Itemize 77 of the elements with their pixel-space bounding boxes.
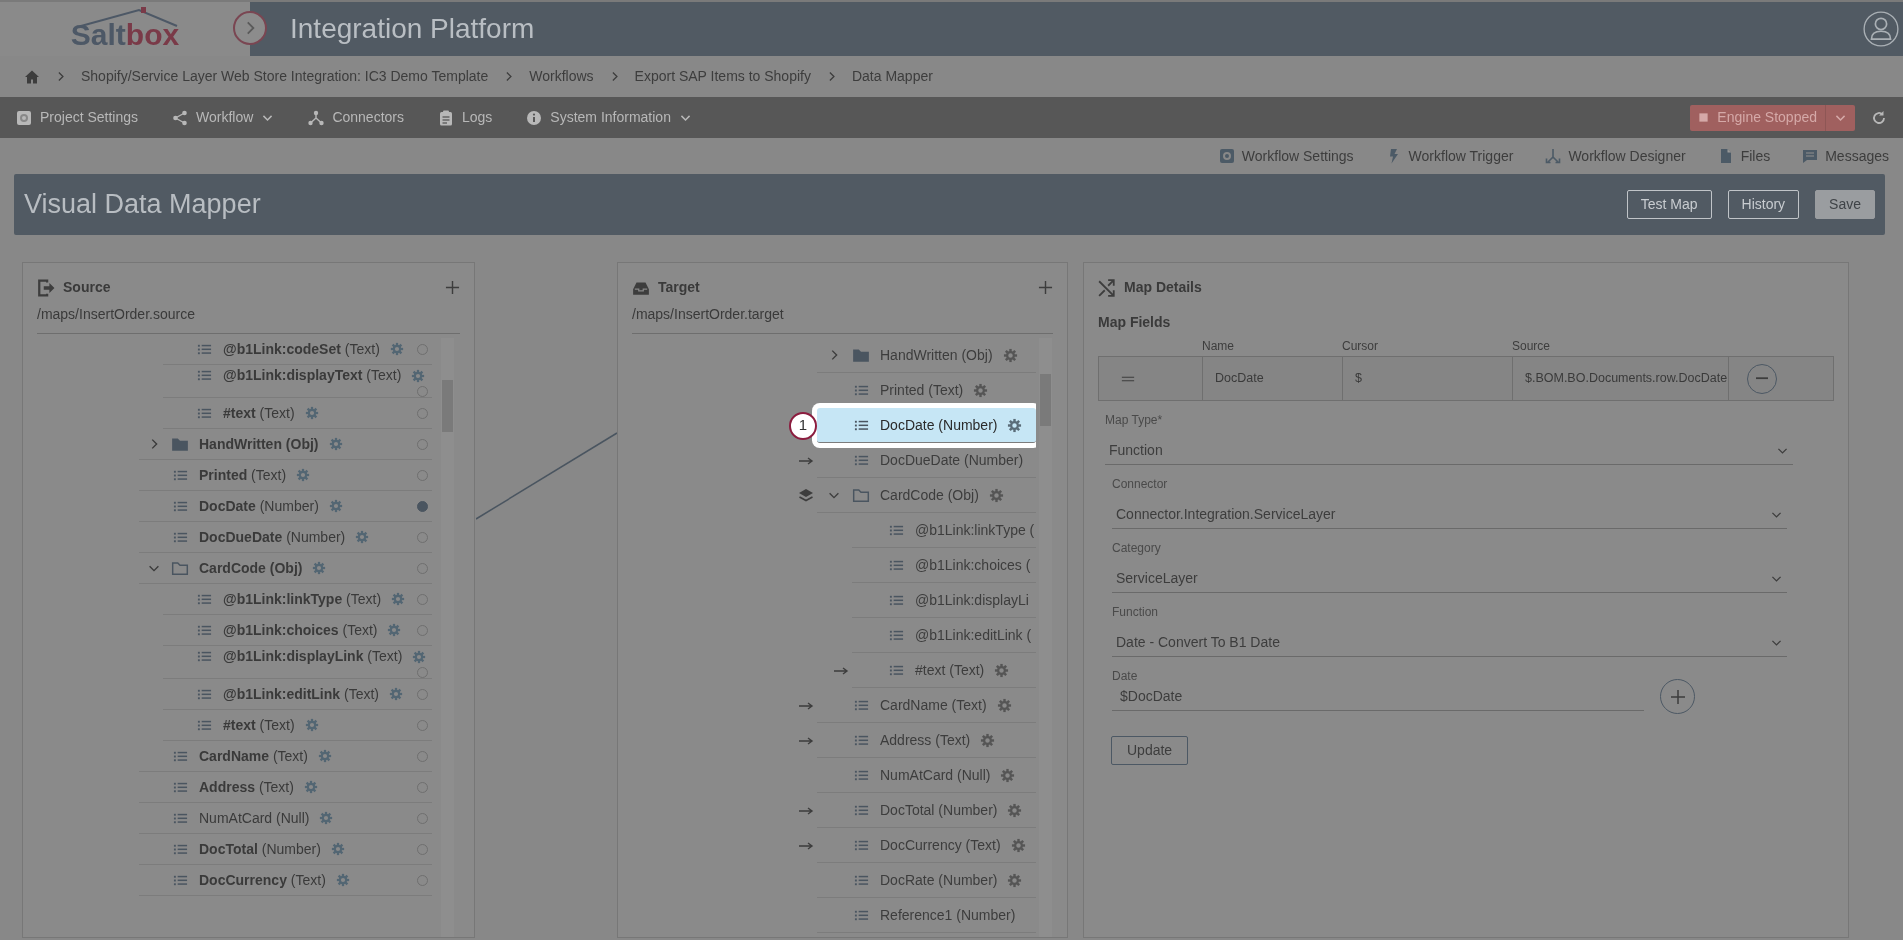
nav-item[interactable]: Connectors (308, 107, 404, 128)
tree-item[interactable]: HandWritten (Obj) (139, 429, 432, 460)
tree-item[interactable]: @b1Link:codeSet (Text) (163, 334, 432, 365)
toolbar-link[interactable]: Messages (1802, 145, 1889, 167)
tree-item[interactable]: DocCurrency (Text) (817, 828, 1036, 863)
tree-item[interactable]: @b1Link:editLink ( (852, 618, 1036, 653)
field-label: Category (1112, 540, 1162, 557)
tree-item[interactable]: @b1Link:displayText (Text) (163, 365, 432, 398)
nav-item[interactable]: Logs (437, 107, 493, 128)
toolbar-link[interactable]: Workflow Trigger (1385, 145, 1514, 167)
column-header: Cursor (1342, 339, 1378, 353)
tree-item[interactable]: @b1Link:displayLi (852, 583, 1036, 618)
tree-item[interactable]: DocDueDate (Number) (139, 522, 432, 553)
panel-path: /maps/InsertOrder.source (37, 305, 196, 324)
toolbar-link[interactable]: Workflow Settings (1218, 145, 1354, 167)
tree-item[interactable]: DocCurrency (Text) (139, 865, 432, 896)
logo: Saltbox (70, 3, 180, 51)
tree-item[interactable]: Printed (Text) (139, 460, 432, 491)
step-badge: 1 (789, 411, 817, 440)
tree-item[interactable]: HandWritten (Obj) (817, 338, 1036, 373)
field-label: Connector (1112, 476, 1169, 493)
tree-item[interactable]: DocRate (Number) (817, 863, 1036, 898)
field-label: Map Type* (1105, 412, 1164, 429)
table-cell-text: DocDate (1215, 370, 1264, 388)
nav-item[interactable]: System Information (526, 107, 692, 128)
tree-item[interactable]: @b1Link:displayLink (Text) (163, 646, 432, 679)
tree-item[interactable]: CardName (Text) (817, 688, 1036, 723)
tree-item[interactable]: Address (Text) (817, 723, 1036, 758)
nav-item[interactable]: Workflow (172, 107, 275, 128)
title-button[interactable]: History (1727, 190, 1800, 219)
tree-item[interactable]: @b1Link:linkType (Text) (163, 584, 432, 615)
app-title: Integration Platform (289, 12, 535, 46)
tree-item[interactable]: CardName (Text) (139, 741, 432, 772)
tree-item[interactable]: DocDate (Number) (139, 491, 432, 522)
nav-item[interactable]: Project Settings (16, 107, 139, 128)
page-title: Visual Data Mapper (24, 188, 261, 222)
update-button[interactable]: Update (1111, 736, 1189, 765)
table-cell-text: $.BOM.BO.Documents.row.DocDate (1525, 370, 1728, 388)
tree-item[interactable]: CardCode (Obj) (139, 553, 432, 584)
engine-status-button[interactable]: Engine Stopped (1690, 104, 1855, 131)
tree-item[interactable]: #text (Text) (852, 653, 1036, 688)
tree-item[interactable]: CardCode (Obj) (817, 478, 1036, 513)
field-label: Date (1112, 668, 1139, 685)
tree-item[interactable]: DocDueDate (Number) (817, 443, 1036, 478)
tree-item[interactable]: Address (Text) (139, 772, 432, 803)
title-button[interactable]: Test Map (1626, 190, 1712, 219)
table-cell-text: $ (1355, 370, 1362, 388)
panel-title: Target (658, 278, 700, 297)
tree-item[interactable]: #text (Text) (163, 398, 432, 429)
text-field[interactable]: $DocDate (1112, 682, 1644, 711)
toolbar-link[interactable]: Workflow Designer (1545, 145, 1686, 167)
tree-item[interactable]: @b1Link:choices (Text) (163, 615, 432, 646)
breadcrumb-link[interactable]: Workflows (529, 66, 594, 87)
panel-path: /maps/InsertOrder.target (632, 305, 785, 324)
breadcrumb-link[interactable]: Export SAP Items to Shopify (634, 66, 811, 87)
tree-item[interactable]: DocTotal (Number) (139, 834, 432, 865)
select-field[interactable]: Function (1105, 437, 1793, 465)
column-header: Source (1512, 339, 1551, 353)
field-label: Function (1112, 604, 1160, 621)
tree-item[interactable]: #text (Text) (163, 710, 432, 741)
tree-item[interactable]: NumAtCard (Null) (139, 803, 432, 834)
toolbar-link[interactable]: Files (1717, 145, 1771, 167)
tree-item[interactable]: DocTotal (Number) (817, 793, 1036, 828)
tree-item[interactable]: NumAtCard (Null) (817, 758, 1036, 793)
section-title: Map Fields (1098, 313, 1172, 332)
tree-item[interactable]: @b1Link:choices ( (852, 548, 1036, 583)
tree-item[interactable]: Reference1 (Number) (817, 898, 1036, 933)
tree-item[interactable]: @b1Link:linkType ( (852, 513, 1036, 548)
select-field[interactable]: ServiceLayer (1112, 565, 1787, 593)
breadcrumb-current[interactable]: Data Mapper (851, 66, 933, 87)
panel-title: Map Details (1124, 278, 1202, 297)
panel-title: Source (63, 278, 111, 297)
breadcrumb-link[interactable]: Shopify/Service Layer Web Store Integration: IC3 Demo Template (81, 66, 489, 87)
select-field[interactable]: Connector.Integration.ServiceLayer (1112, 501, 1787, 529)
select-field[interactable]: Date - Convert To B1 Date (1112, 629, 1787, 657)
tree-item[interactable]: @b1Link:editLink (Text) (163, 679, 432, 710)
column-header: Name (1202, 339, 1234, 353)
